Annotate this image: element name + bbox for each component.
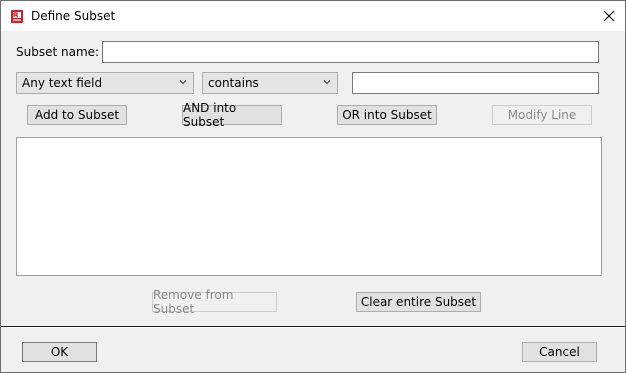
field-select-value: Any text field (22, 76, 103, 90)
field-select[interactable]: Any text field (16, 72, 194, 94)
define-subset-dialog: Define Subset Subset name: Any text fiel… (0, 0, 626, 373)
close-button[interactable] (597, 5, 621, 27)
clear-entire-subset-button[interactable]: Clear entire Subset (356, 292, 481, 312)
operator-select-value: contains (208, 76, 259, 90)
chevron-down-icon (179, 80, 187, 85)
ok-button[interactable]: OK (22, 342, 97, 362)
operator-select[interactable]: contains (202, 72, 338, 94)
remove-from-subset-button[interactable]: Remove from Subset (152, 288, 277, 316)
and-into-subset-button[interactable]: AND into Subset (182, 101, 282, 129)
subset-lines-list[interactable] (16, 137, 602, 276)
add-to-subset-button[interactable]: Add to Subset (27, 105, 127, 125)
footer-separator (1, 326, 625, 328)
close-icon (603, 10, 615, 22)
title-bar: Define Subset (1, 1, 625, 31)
app-icon (11, 10, 23, 23)
window-title: Define Subset (31, 9, 116, 23)
search-value-input[interactable] (352, 72, 599, 94)
chevron-down-icon (323, 80, 331, 85)
cancel-button[interactable]: Cancel (522, 342, 597, 362)
subset-name-input[interactable] (102, 41, 599, 63)
or-into-subset-button[interactable]: OR into Subset (337, 105, 437, 125)
modify-line-button[interactable]: Modify Line (492, 105, 592, 125)
subset-name-label: Subset name: (16, 45, 100, 59)
